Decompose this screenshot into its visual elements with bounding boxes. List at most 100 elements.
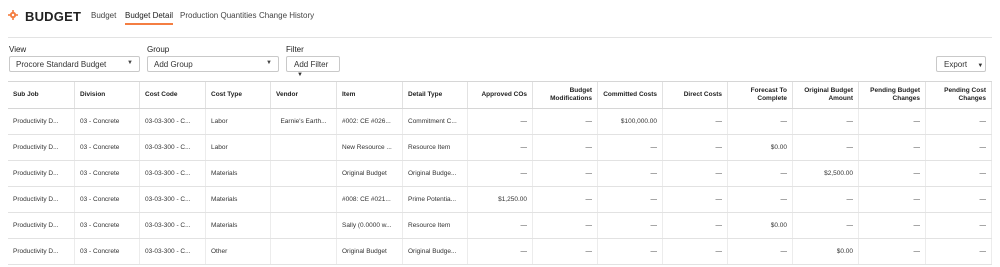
table-cell: $2,500.00: [793, 161, 859, 186]
table-cell: Sally (0.0000 w...: [337, 213, 403, 238]
column-header[interactable]: Pending Cost Changes: [926, 82, 992, 108]
table-cell: Other: [206, 239, 271, 264]
column-header[interactable]: Item: [337, 82, 403, 108]
export-button[interactable]: Export ▼: [936, 56, 986, 72]
table-cell: $0.00: [728, 213, 793, 238]
column-header[interactable]: Cost Type: [206, 82, 271, 108]
table-cell: —: [728, 161, 793, 186]
table-cell: Original Budge...: [403, 239, 468, 264]
table-cell: Original Budge...: [403, 161, 468, 186]
table-cell: 03-03-300 - C...: [140, 187, 206, 212]
table-cell: 03 - Concrete: [75, 213, 140, 238]
column-header[interactable]: Sub Job: [8, 82, 75, 108]
column-header[interactable]: Committed Costs: [598, 82, 663, 108]
tab-budget-detail[interactable]: Budget Detail: [125, 11, 174, 25]
column-header[interactable]: Pending Budget Changes: [859, 82, 926, 108]
tab-production-quantities[interactable]: Production Quantities: [180, 11, 257, 23]
table-cell: #002: CE #026...: [337, 109, 403, 134]
column-header[interactable]: Budget Modifications: [533, 82, 598, 108]
table-cell: New Resource ...: [337, 135, 403, 160]
table-cell: —: [859, 187, 926, 212]
page-title: BUDGET: [25, 9, 82, 24]
table-cell: Resource Item: [403, 213, 468, 238]
table-cell: 03 - Concrete: [75, 161, 140, 186]
table-cell: —: [533, 161, 598, 186]
table-cell: —: [533, 187, 598, 212]
table-cell: [271, 239, 337, 264]
group-select[interactable]: Add Group ▼: [147, 56, 279, 72]
table-cell: #008: CE #021...: [337, 187, 403, 212]
table-cell: —: [663, 187, 728, 212]
table-cell: Commitment C...: [403, 109, 468, 134]
table-cell: —: [859, 239, 926, 264]
table-cell: Productivity D...: [8, 187, 75, 212]
table-cell: —: [468, 213, 533, 238]
budget-detail-table: Sub Job Division Cost Code Cost Type Vendor I…: [8, 81, 992, 265]
table-cell: 03-03-300 - C...: [140, 109, 206, 134]
gear-icon: [8, 10, 18, 20]
table-cell: Productivity D...: [8, 161, 75, 186]
column-header[interactable]: Division: [75, 82, 140, 108]
column-header[interactable]: Original Budget Amount: [793, 82, 859, 108]
table-cell: —: [859, 135, 926, 160]
table-cell: —: [926, 109, 992, 134]
table-body: Productivity D... 03 - Concrete 03-03-300 …: [8, 109, 992, 265]
table-cell: —: [468, 239, 533, 264]
tab-budget[interactable]: Budget: [91, 11, 116, 23]
table-row[interactable]: Productivity D... 03 - Concrete 03-03-300 …: [8, 213, 992, 239]
table-cell: 03-03-300 - C...: [140, 135, 206, 160]
table-cell: $0.00: [728, 135, 793, 160]
table-cell: —: [926, 135, 992, 160]
chevron-down-icon: ▼: [127, 60, 133, 66]
table-cell: —: [728, 187, 793, 212]
table-row[interactable]: Productivity D... 03 - Concrete 03-03-300 …: [8, 239, 992, 265]
tab-change-history[interactable]: Change History: [259, 11, 314, 23]
table-cell: Productivity D...: [8, 239, 75, 264]
table-cell: —: [728, 109, 793, 134]
column-header[interactable]: Forecast To Complete: [728, 82, 793, 108]
column-header[interactable]: Approved COs: [468, 82, 533, 108]
table-cell: Earnie's Earth...: [271, 109, 337, 134]
table-cell: —: [793, 213, 859, 238]
table-cell: —: [663, 213, 728, 238]
column-header[interactable]: Cost Code: [140, 82, 206, 108]
table-cell: Original Budget: [337, 239, 403, 264]
table-cell: Labor: [206, 109, 271, 134]
table-cell: —: [533, 109, 598, 134]
table-cell: —: [663, 239, 728, 264]
table-cell: $100,000.00: [598, 109, 663, 134]
add-filter-button[interactable]: Add Filter ▼: [286, 56, 340, 78]
view-select[interactable]: Procore Standard Budget ▼: [9, 56, 140, 72]
page-header: BUDGET Budget Budget Detail Production Q…: [0, 0, 1000, 38]
table-cell: [271, 135, 337, 160]
table-row[interactable]: Productivity D... 03 - Concrete 03-03-300 …: [8, 109, 992, 135]
table-row[interactable]: Productivity D... 03 - Concrete 03-03-300 …: [8, 161, 992, 187]
table-cell: —: [926, 187, 992, 212]
table-cell: $0.00: [793, 239, 859, 264]
table-cell: —: [859, 109, 926, 134]
table-cell: Productivity D...: [8, 109, 75, 134]
table-cell: 03 - Concrete: [75, 109, 140, 134]
group-select-value: Add Group: [154, 60, 193, 69]
table-cell: 03 - Concrete: [75, 135, 140, 160]
table-cell: —: [793, 109, 859, 134]
table-cell: Original Budget: [337, 161, 403, 186]
table-cell: —: [468, 161, 533, 186]
chevron-down-icon: ▼: [977, 63, 984, 69]
table-row[interactable]: Productivity D... 03 - Concrete 03-03-300 …: [8, 187, 992, 213]
table-cell: —: [859, 213, 926, 238]
export-label: Export: [944, 60, 968, 69]
table-row[interactable]: Productivity D... 03 - Concrete 03-03-300 …: [8, 135, 992, 161]
column-header[interactable]: Detail Type: [403, 82, 468, 108]
table-cell: 03 - Concrete: [75, 187, 140, 212]
add-filter-label: Add Filter: [294, 60, 329, 69]
table-cell: —: [663, 135, 728, 160]
table-cell: —: [533, 135, 598, 160]
table-cell: $1,250.00: [468, 187, 533, 212]
column-header[interactable]: Direct Costs: [663, 82, 728, 108]
table-cell: —: [598, 187, 663, 212]
column-header[interactable]: Vendor: [271, 82, 337, 108]
table-cell: [271, 187, 337, 212]
filter-label: Filter: [286, 45, 304, 54]
table-cell: —: [926, 239, 992, 264]
